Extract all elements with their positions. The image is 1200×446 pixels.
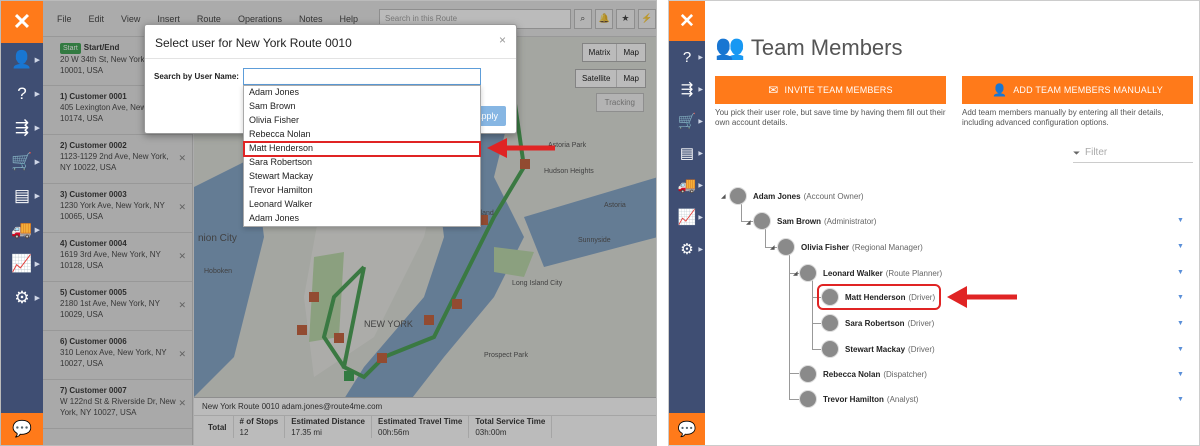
page-title: 👥 Team Members [715,34,903,61]
chevron-down-icon[interactable]: ▼ [1177,217,1184,224]
team-members-screenshot: ✕ ? ▶ ⇶ ▶ 🛒 ▶ ▤ ▶ 🚚 ▶ 📈 ▶ ⚙ ▶ 💬 👥 Team Members … [668,0,1200,446]
chevron-down-icon[interactable]: ▼ [1177,294,1184,301]
invite-description: You pick their user role, but save time … [715,108,946,127]
envelope-icon: ✉ [768,83,779,97]
collapse-toggle-icon[interactable]: ◢ [793,270,798,277]
right-sidebar: ✕ ? ▶ ⇶ ▶ 🛒 ▶ ▤ ▶ 🚚 ▶ 📈 ▶ ⚙ ▶ 💬 [669,1,705,445]
chevron-down-icon[interactable]: ▼ [1177,243,1184,250]
add-user-icon: 👤 [992,83,1008,97]
avatar [777,238,795,256]
filter-input[interactable]: ⏷ Filter [1073,147,1193,163]
addressbook-icon[interactable]: ▤ ▶ [1,179,43,213]
dropdown-option[interactable]: Leonard Walker [244,198,480,212]
modal-title: Select user for New York Route 0010 [145,25,516,59]
left-sidebar: ✕ 👤 ▶ ? ▶ ⇶ ▶ 🛒 ▶ ▤ ▶ 🚚 ▶ 📈 ▶ ⚙ ▶ 💬 [1,1,43,445]
dropdown-option[interactable]: Sara Robertson [244,156,480,170]
user-search-input[interactable] [243,68,481,85]
red-arrow-icon [487,138,555,158]
collapse-toggle-icon[interactable]: ◢ [770,244,775,251]
user-dropdown: Adam Jones Sam Brown Olivia Fisher Rebec… [243,85,481,227]
route4me-logo[interactable]: ✕ [669,1,705,41]
analytics-icon[interactable]: 📈 ▶ [669,201,705,233]
add-team-members-button[interactable]: 👤 ADD TEAM MEMBERS MANUALLY [962,76,1193,104]
collapse-toggle-icon[interactable]: ◢ [721,193,726,200]
add-description: Add team members manually by entering al… [962,108,1164,127]
analytics-icon[interactable]: 📈 ▶ [1,247,43,281]
dropdown-option[interactable]: Stewart Mackay [244,170,480,184]
dropdown-option-selected[interactable]: Matt Henderson [243,141,481,157]
vehicles-icon[interactable]: 🚚 ▶ [1,213,43,247]
team-settings-icon[interactable]: ⚙ ▶ [1,281,43,315]
avatar [753,212,771,230]
dropdown-option[interactable]: Adam Jones [244,86,480,100]
chevron-down-icon[interactable]: ▼ [1177,346,1184,353]
tree-node[interactable]: Sam Brown (Administrator) [753,209,876,233]
add-user-icon[interactable]: 👤 ▶ [1,43,43,77]
chevron-down-icon[interactable]: ▼ [1177,320,1184,327]
tree-node[interactable]: Sara Robertson (Driver) [821,311,934,335]
chat-icon[interactable]: 💬 [1,413,43,445]
chevron-down-icon[interactable]: ▼ [1177,269,1184,276]
invite-team-members-button[interactable]: ✉ INVITE TEAM MEMBERS [715,76,946,104]
tree-node-highlighted[interactable]: Matt Henderson (Driver) [817,284,942,310]
route-editor-screenshot: ✕ 👤 ▶ ? ▶ ⇶ ▶ 🛒 ▶ ▤ ▶ 🚚 ▶ 📈 ▶ ⚙ ▶ 💬 File Edit Vi… [0,0,657,446]
avatar [821,340,839,358]
close-icon[interactable]: × [499,33,506,47]
chevron-down-icon[interactable]: ▼ [1177,396,1184,403]
orders-cart-icon[interactable]: 🛒 ▶ [1,145,43,179]
dropdown-option[interactable]: Adam Jones [244,212,480,226]
dropdown-option[interactable]: Trevor Hamilton [244,184,480,198]
tree-node[interactable]: Olivia Fisher (Regional Manager) [777,235,923,259]
avatar [729,187,747,205]
filter-icon: ⏷ [1073,148,1081,158]
help-icon[interactable]: ? ▶ [669,41,705,73]
routes-icon[interactable]: ⇶ ▶ [1,111,43,145]
dropdown-option[interactable]: Sam Brown [244,100,480,114]
vehicles-icon[interactable]: 🚚 ▶ [669,169,705,201]
routes-icon[interactable]: ⇶ ▶ [669,73,705,105]
red-arrow-icon [947,286,1017,308]
avatar [799,365,817,383]
avatar [799,264,817,282]
orders-cart-icon[interactable]: 🛒 ▶ [669,105,705,137]
dropdown-option[interactable]: Olivia Fisher [244,114,480,128]
collapse-toggle-icon[interactable]: ◢ [746,219,751,226]
search-user-label: Search by User Name: [154,72,239,81]
avatar [821,314,839,332]
route4me-logo[interactable]: ✕ [1,1,43,43]
avatar [799,390,817,408]
chevron-down-icon[interactable]: ▼ [1177,371,1184,378]
tree-node[interactable]: Leonard Walker (Route Planner) [799,261,942,285]
tree-node[interactable]: Stewart Mackay (Driver) [821,337,935,361]
tree-node[interactable]: Adam Jones (Account Owner) [729,184,864,208]
help-icon[interactable]: ? ▶ [1,77,43,111]
dropdown-option[interactable]: Rebecca Nolan [244,128,480,142]
addressbook-icon[interactable]: ▤ ▶ [669,137,705,169]
tree-node[interactable]: Trevor Hamilton (Analyst) [799,387,918,411]
team-icon: 👥 [715,34,745,61]
avatar [821,288,839,306]
chat-icon[interactable]: 💬 [669,413,705,445]
team-settings-icon[interactable]: ⚙ ▶ [669,233,705,265]
tree-node[interactable]: Rebecca Nolan (Dispatcher) [799,362,927,386]
